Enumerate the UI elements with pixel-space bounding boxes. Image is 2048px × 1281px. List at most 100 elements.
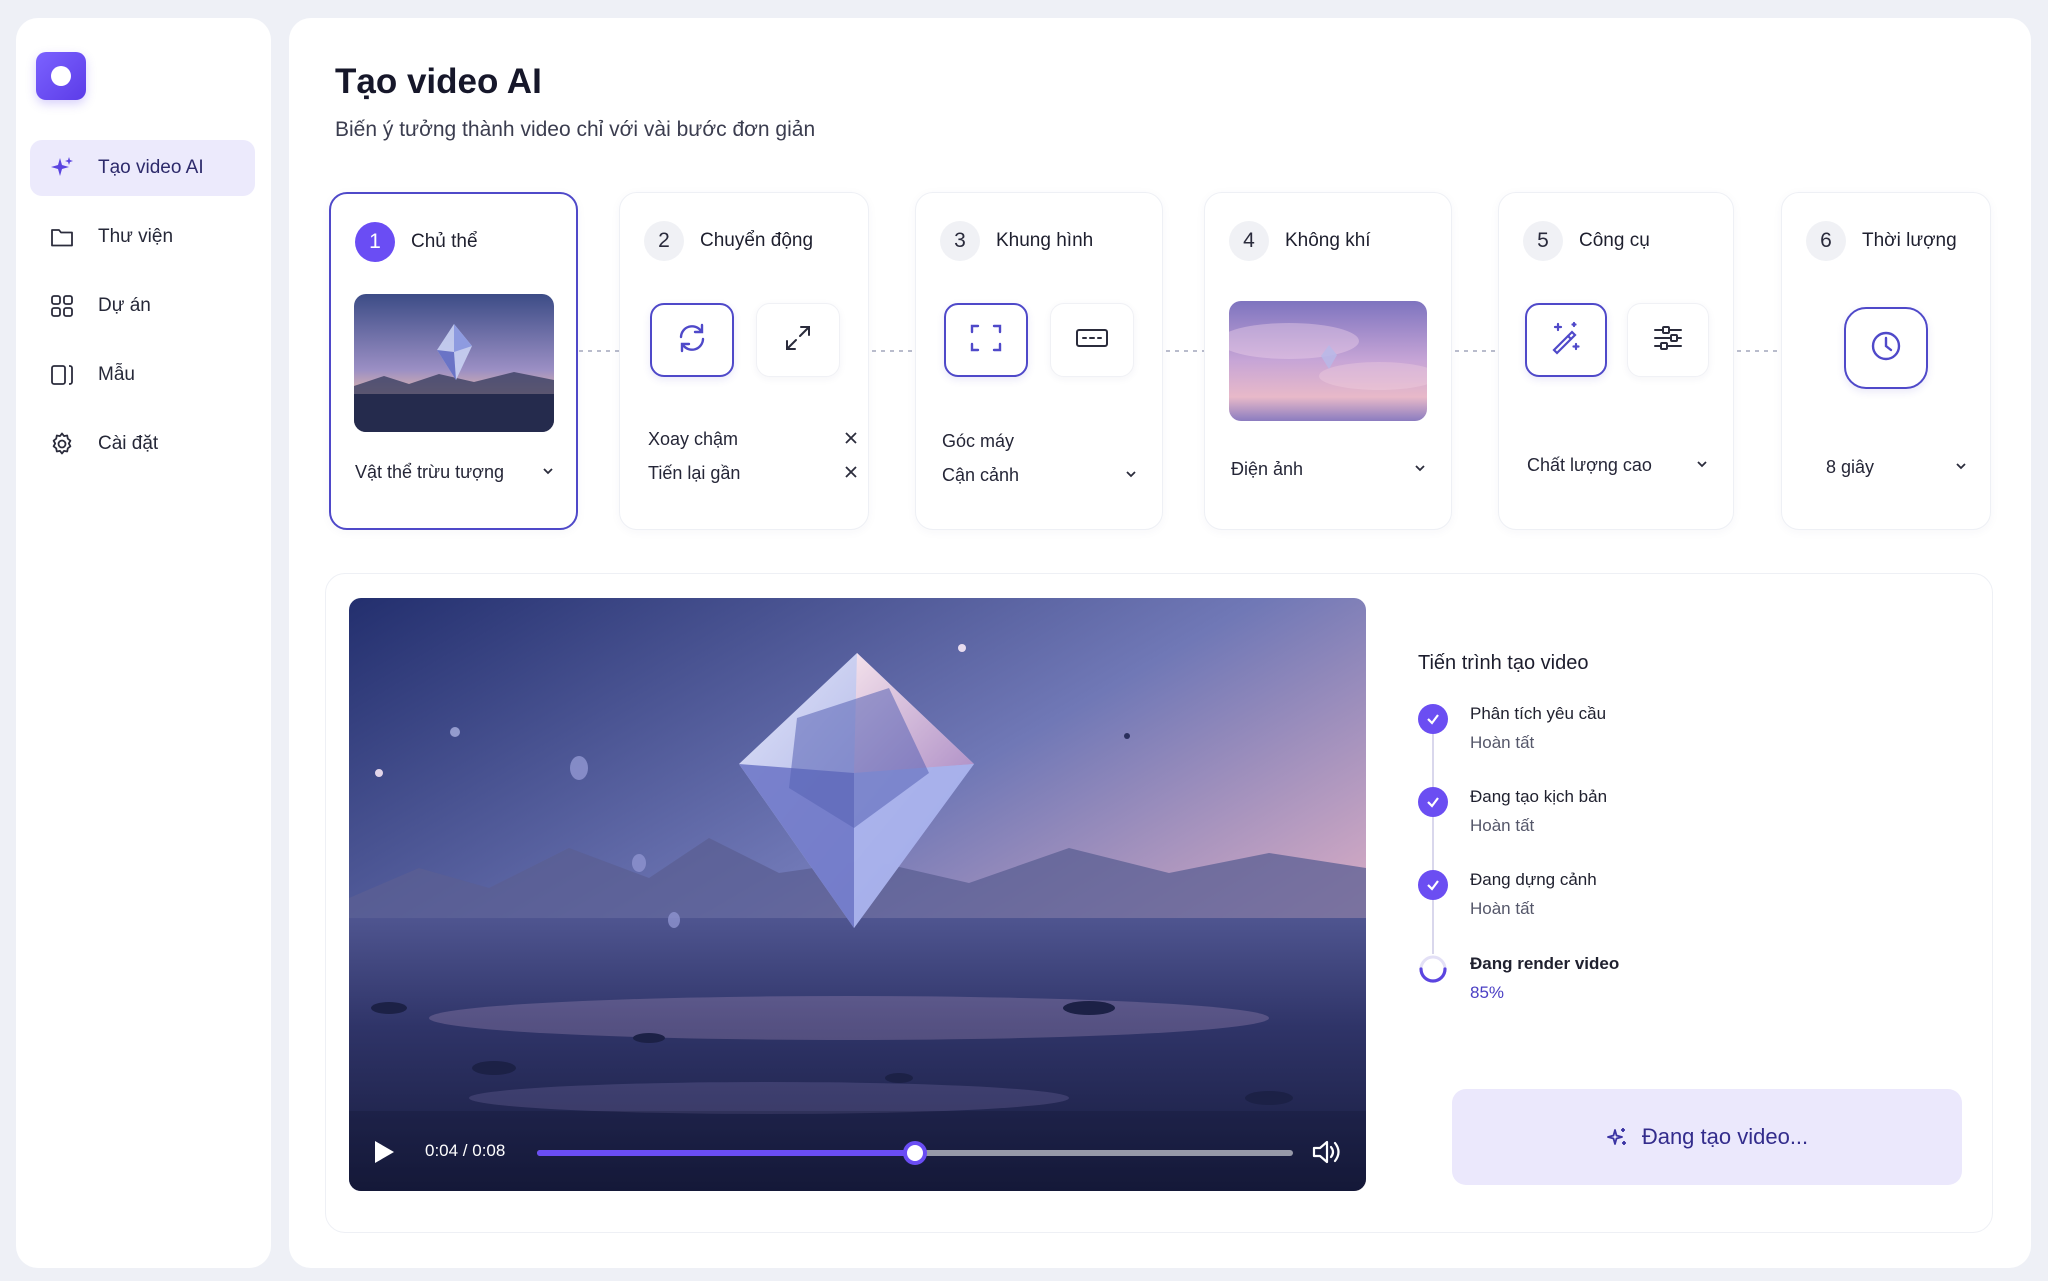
play-button[interactable]: [371, 1138, 397, 1171]
step-duration[interactable]: 6 Thời lượng 8 giây: [1781, 192, 1991, 530]
timeline-step-status: Hoàn tất: [1470, 733, 1535, 752]
step-connector: [1455, 349, 1495, 353]
step-title: Không khí: [1285, 230, 1371, 251]
motion-option-label: Xoay chậm: [648, 429, 739, 449]
camera-angle-label: Góc máy: [942, 431, 1015, 451]
volume-button[interactable]: [1310, 1137, 1342, 1172]
frame-closeup-button[interactable]: [944, 303, 1028, 377]
grid-icon: [48, 292, 76, 320]
chevron-down-icon: [1954, 457, 1968, 478]
sidebar-item-label: Mẫu: [98, 364, 135, 385]
step-number: 4: [1229, 221, 1269, 261]
step-number: 2: [644, 221, 684, 261]
sidebar-item-templates[interactable]: Mẫu: [30, 347, 255, 403]
timeline-step-status: Hoàn tất: [1470, 899, 1535, 918]
step-motion[interactable]: 2 Chuyển động Xoay chậm Tiến lại gần: [619, 192, 869, 530]
sidebar-item-create-video[interactable]: Tạo video AI: [30, 140, 255, 196]
play-icon: [371, 1141, 397, 1170]
generating-button[interactable]: Đang tạo video...: [1452, 1089, 1962, 1185]
timeline-step-name: Đang tạo kịch bản: [1470, 787, 1608, 806]
timeline-line: [1432, 720, 1434, 980]
step-header: 1 Chủ thể: [355, 222, 478, 262]
video-player[interactable]: 0:04 / 0:08: [349, 598, 1366, 1191]
atmosphere-thumbnail[interactable]: [1229, 301, 1427, 421]
camera-angle-dropdown[interactable]: Cận cảnh: [942, 465, 1138, 486]
timeline-step-name: Đang dựng cảnh: [1470, 870, 1597, 889]
chevron-down-icon: [1695, 455, 1709, 476]
step-number: 5: [1523, 221, 1563, 261]
page-subtitle: Biến ý tưởng thành video chỉ với vài bướ…: [335, 118, 816, 141]
sidebar-item-label: Dự án: [98, 295, 151, 316]
sliders-icon: [1651, 321, 1685, 360]
step-atmosphere[interactable]: 4 Không khí Điện ảnh: [1204, 192, 1452, 530]
sparkle-icon: [1606, 1126, 1628, 1148]
chevron-down-icon: [541, 462, 555, 483]
sidebar-item-projects[interactable]: Dự án: [30, 278, 255, 334]
check-icon: [1418, 787, 1448, 817]
sparkle-icon: [48, 154, 76, 182]
sidebar-item-label: Cài đặt: [98, 433, 159, 454]
rotate-motion-button[interactable]: [650, 303, 734, 377]
volume-icon: [1310, 1140, 1342, 1171]
magic-enhance-button[interactable]: [1525, 303, 1607, 377]
subject-value: Vật thể trừu tượng: [355, 462, 504, 482]
clock-icon: [1868, 328, 1904, 369]
timeline-step: Đang tạo kịch bản Hoàn tất: [1418, 787, 1607, 836]
atmosphere-dropdown[interactable]: Điện ảnh: [1231, 459, 1427, 480]
sidebar-item-library[interactable]: Thư viện: [30, 209, 255, 265]
quality-value: Chất lượng cao: [1527, 455, 1652, 475]
timeline-step: Phân tích yêu cầu Hoàn tất: [1418, 704, 1606, 753]
duration-value: 8 giây: [1826, 457, 1875, 477]
motion-option-label: Tiến lại gần: [648, 463, 741, 483]
camera-angle-value: Cận cảnh: [942, 465, 1020, 485]
video-scrubber-handle[interactable]: [903, 1141, 927, 1165]
step-tools[interactable]: 5 Công cụ Chất lượng cao: [1498, 192, 1734, 530]
step-connector: [579, 349, 619, 353]
motion-option: Tiến lại gần: [648, 463, 858, 484]
duration-button[interactable]: [1844, 307, 1928, 389]
step-number: 6: [1806, 221, 1846, 261]
timeline-step: Đang dựng cảnh Hoàn tất: [1418, 870, 1597, 919]
app-logo[interactable]: [36, 52, 86, 100]
main-content: Tạo video AI Biến ý tưởng thành video ch…: [289, 18, 2031, 1268]
video-progress-fill: [537, 1150, 915, 1156]
video-scrubber[interactable]: [537, 1141, 1293, 1165]
subject-thumbnail[interactable]: [354, 294, 554, 432]
close-icon[interactable]: [844, 463, 858, 484]
folder-icon: [48, 223, 76, 251]
close-icon[interactable]: [844, 429, 858, 450]
sidebar-item-settings[interactable]: Cài đặt: [30, 416, 255, 472]
zoom-motion-button[interactable]: [756, 303, 840, 377]
step-title: Chủ thể: [411, 231, 478, 252]
page-title: Tạo video AI: [335, 62, 542, 101]
step-connector: [1166, 349, 1206, 353]
quality-dropdown[interactable]: Chất lượng cao: [1527, 455, 1709, 476]
loading-spinner-icon: [1418, 954, 1448, 984]
focus-frame-icon: [968, 320, 1004, 361]
duration-dropdown[interactable]: 8 giây: [1826, 457, 1968, 478]
template-icon: [48, 361, 76, 389]
timeline-step: Đang render video 85%: [1418, 954, 1619, 1003]
check-icon: [1418, 870, 1448, 900]
adjustments-button[interactable]: [1627, 303, 1709, 377]
step-subject[interactable]: 1 Chủ thể Vật thể trừu tượng: [329, 192, 578, 530]
generating-button-label: Đang tạo video...: [1641, 1124, 1809, 1149]
timeline-step-status: Hoàn tất: [1470, 816, 1535, 835]
frame-wide-button[interactable]: [1050, 303, 1134, 377]
timeline-step-name: Đang render video: [1470, 954, 1620, 973]
chevron-down-icon: [1124, 465, 1138, 486]
step-framing[interactable]: 3 Khung hình Góc máy Cận cảnh: [915, 192, 1163, 530]
check-icon: [1418, 704, 1448, 734]
widescreen-icon: [1074, 320, 1110, 361]
sidebar-item-label: Thư viện: [98, 226, 174, 247]
step-connector: [872, 349, 912, 353]
subject-dropdown[interactable]: Vật thể trừu tượng: [355, 462, 555, 483]
timeline-step-name: Phân tích yêu cầu: [1470, 704, 1607, 723]
motion-option: Xoay chậm: [648, 429, 858, 450]
step-title: Khung hình: [996, 230, 1094, 251]
step-header: 3 Khung hình: [940, 221, 1093, 261]
gear-icon: [48, 430, 76, 458]
atmosphere-value: Điện ảnh: [1231, 459, 1304, 479]
timeline-step-status: 85%: [1470, 983, 1505, 1002]
step-title: Công cụ: [1579, 230, 1650, 251]
